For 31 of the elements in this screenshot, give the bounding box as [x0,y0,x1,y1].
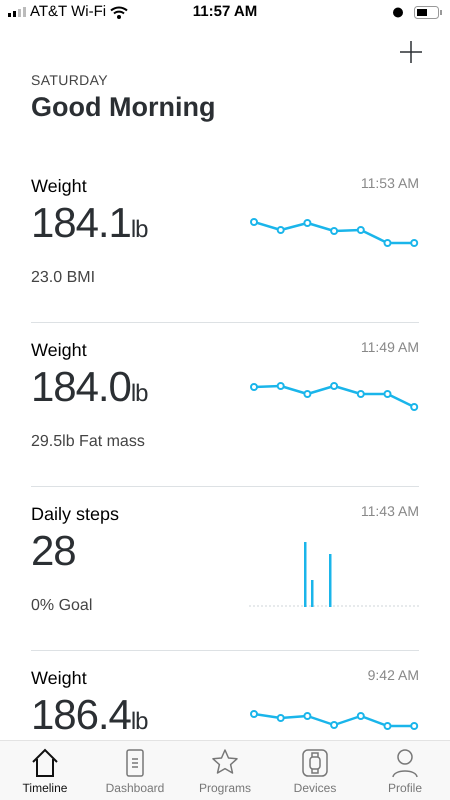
plus-icon [399,40,423,64]
card-title: Weight [31,338,88,362]
tab-bar-item[interactable]: Programs [180,741,270,800]
tab-bar-item[interactable]: Devices [270,741,360,800]
tab-bar-item[interactable]: Profile [360,741,450,800]
watch-icon [300,747,330,779]
home-icon [30,747,60,779]
card-time: 9:42 AM [368,666,419,685]
card-title: Weight [31,174,88,198]
metric-detail: 29.5lb Fat mass [31,432,146,452]
metric-value: 184.0lb [31,366,148,408]
carrier-label: AT&T Wi-Fi [30,2,106,22]
metric-detail: 23.0 BMI [31,268,96,288]
card-time: 11:53 AM [360,174,419,193]
tab-bar-item[interactable]: Dashboard [90,741,180,800]
metric-value: 186.4lb [31,694,148,736]
metric-detail: 0% Goal [31,596,94,616]
card-time: 11:49 AM [360,338,419,357]
greeting-heading: Good Morning [31,91,216,124]
card-title: Weight [31,666,88,690]
day-label: SATURDAY [31,71,109,90]
clock-time: 11:57 AM [192,2,258,22]
battery-icon [414,6,442,18]
metric-value: 184.1lb [31,202,148,244]
metric-value: 28 [31,530,77,572]
tab-bar-item[interactable]: Timeline [0,741,90,800]
card-time: 11:43 AM [360,502,419,521]
card-title: Daily steps [31,502,120,526]
signal-icon [8,7,26,17]
wifi-icon [110,6,128,18]
person-icon [390,747,420,779]
